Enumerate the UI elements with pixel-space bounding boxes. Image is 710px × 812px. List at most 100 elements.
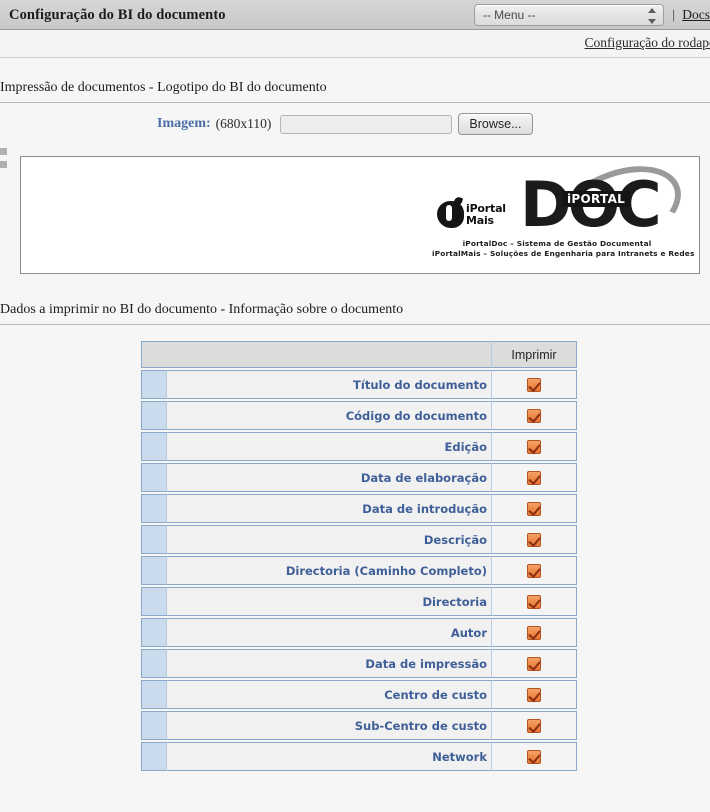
table-row: Código do documento: [141, 401, 577, 430]
titlebar-controls: -- Menu -- | Docs: [473, 3, 710, 27]
print-checkbox[interactable]: [527, 439, 541, 454]
iportalmais-wordmark: iPortal Mais: [466, 203, 506, 226]
image-dimensions-hint: (680x110): [215, 116, 272, 131]
row-handle-cell: [141, 494, 166, 523]
print-fields-table-wrap: Imprimir Título do documento Código do do…: [0, 339, 710, 773]
print-checkbox[interactable]: [527, 377, 541, 392]
row-print-cell: [491, 680, 577, 709]
row-handle-cell: [141, 649, 166, 678]
secondary-link-bar: Configuração do rodapé: [0, 30, 710, 58]
row-handle-cell: [141, 587, 166, 616]
row-handle-cell: [141, 618, 166, 647]
image-field-label: Imagem:: [157, 116, 211, 131]
print-data-section: Dados a imprimir no BI do documento - In…: [0, 274, 710, 773]
section-divider-2: [0, 324, 710, 325]
table-row: Data de introdução: [141, 494, 577, 523]
image-upload-row: Imagem: (680x110) Browse...: [0, 103, 710, 145]
print-checkbox[interactable]: [527, 563, 541, 578]
row-print-cell: [491, 618, 577, 647]
print-checkbox[interactable]: [527, 749, 541, 764]
table-row: Título do documento: [141, 370, 577, 399]
row-handle-cell: [141, 432, 166, 461]
print-data-section-title: Dados a imprimir no BI do documento - In…: [0, 302, 404, 317]
row-print-cell: [491, 556, 577, 585]
print-checkbox[interactable]: [527, 718, 541, 733]
print-checkbox[interactable]: [527, 501, 541, 516]
row-field-label: Centro de custo: [166, 680, 491, 709]
table-row: Directoria (Caminho Completo): [141, 556, 577, 585]
print-checkbox[interactable]: [527, 656, 541, 671]
print-fields-rows: Título do documento Código do documento Ed…: [141, 370, 577, 771]
page-title: Configuração do BI do documento: [9, 7, 226, 23]
table-row: Edição: [141, 432, 577, 461]
row-field-label: Network: [166, 742, 491, 771]
row-field-label: Edição: [166, 432, 491, 461]
menu-dropdown-value: -- Menu --: [482, 8, 536, 22]
clipped-edge-artifact-bottom: [0, 161, 7, 168]
row-handle-cell: [141, 401, 166, 430]
table-row: Data de elaboração: [141, 463, 577, 492]
spinner-arrows-icon[interactable]: [648, 8, 657, 24]
titlebar-separator: |: [671, 7, 676, 22]
clipped-edge-artifact-top: [0, 148, 7, 155]
print-checkbox[interactable]: [527, 532, 541, 547]
print-checkbox[interactable]: [527, 470, 541, 485]
row-handle-cell: [141, 742, 166, 771]
table-row: Network: [141, 742, 577, 771]
table-header-row: Imprimir: [141, 341, 577, 368]
menu-dropdown[interactable]: -- Menu --: [473, 4, 664, 26]
table-row: Data de impressão: [141, 649, 577, 678]
print-checkbox[interactable]: [527, 625, 541, 640]
logo-tagline: iPortalDoc – Sistema de Gestão Documenta…: [432, 239, 694, 258]
row-field-label: Data de impressão: [166, 649, 491, 678]
iportalmais-line2: Mais: [466, 213, 494, 227]
logo-preview-box: iPortal Mais DOC iPORTAL iPortalDoc – Si…: [20, 156, 700, 274]
row-handle-cell: [141, 556, 166, 585]
footer-config-link[interactable]: Configuração do rodapé: [585, 35, 710, 51]
table-row: Descrição: [141, 525, 577, 554]
row-print-cell: [491, 711, 577, 740]
print-fields-table: Imprimir Título do documento Código do do…: [141, 339, 577, 773]
logo-section-title: Impressão de documentos - Logotipo do BI…: [0, 80, 327, 95]
table-row: Centro de custo: [141, 680, 577, 709]
table-row: Autor: [141, 618, 577, 647]
browse-button[interactable]: Browse...: [458, 113, 533, 135]
header-spacer-cell: [141, 341, 491, 368]
image-file-input[interactable]: [280, 114, 453, 134]
row-print-cell: [491, 370, 577, 399]
print-checkbox[interactable]: [527, 594, 541, 609]
row-handle-cell: [141, 370, 166, 399]
row-handle-cell: [141, 525, 166, 554]
row-print-cell: [491, 494, 577, 523]
iportalmais-mark-icon: iPortal Mais: [437, 201, 506, 228]
row-print-cell: [491, 742, 577, 771]
table-row: Sub-Centro de custo: [141, 711, 577, 740]
row-field-label: Sub-Centro de custo: [166, 711, 491, 740]
iportalmais-glyph-icon: [437, 201, 464, 228]
table-row: Directoria: [141, 587, 577, 616]
window-titlebar: Configuração do BI do documento -- Menu …: [0, 0, 710, 30]
row-print-cell: [491, 432, 577, 461]
row-print-cell: [491, 587, 577, 616]
row-field-label: Directoria: [166, 587, 491, 616]
iportaldoc-logo: iPortal Mais DOC iPORTAL iPortalDoc – Si…: [432, 157, 694, 271]
row-handle-cell: [141, 711, 166, 740]
print-checkbox[interactable]: [527, 408, 541, 423]
logo-tagline-line2: iPortalMais – Soluções de Engenharia par…: [432, 248, 695, 258]
print-checkbox[interactable]: [527, 687, 541, 702]
row-handle-cell: [141, 680, 166, 709]
logo-section: Impressão de documentos - Logotipo do BI…: [0, 58, 710, 274]
print-fields-table-body: Imprimir: [141, 341, 577, 368]
row-field-label: Autor: [166, 618, 491, 647]
row-field-label: Descrição: [166, 525, 491, 554]
header-print-cell: Imprimir: [491, 341, 577, 368]
row-print-cell: [491, 401, 577, 430]
row-print-cell: [491, 463, 577, 492]
row-field-label: Título do documento: [166, 370, 491, 399]
row-print-cell: [491, 649, 577, 678]
row-print-cell: [491, 525, 577, 554]
row-handle-cell: [141, 463, 166, 492]
docs-link[interactable]: Docs: [682, 4, 710, 26]
logo-marks: iPortal Mais DOC iPORTAL: [432, 157, 694, 271]
row-field-label: Directoria (Caminho Completo): [166, 556, 491, 585]
